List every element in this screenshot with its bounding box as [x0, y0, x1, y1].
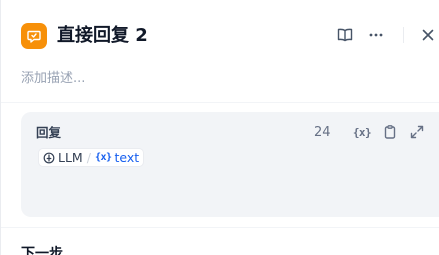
insert-variable-button[interactable]: {x} [352, 122, 372, 142]
panel-header: 直接回复 2 添加描述... [1, 0, 439, 100]
header-divider [403, 27, 404, 43]
chip-variable-name: text [114, 150, 140, 165]
reply-bubble-icon [21, 23, 47, 49]
variable-icon: {x} [94, 152, 112, 163]
close-icon[interactable] [417, 24, 439, 46]
section-divider [1, 102, 439, 103]
node-title[interactable]: 直接回复 2 [57, 24, 148, 48]
next-step-heading: 下一步 [21, 246, 63, 255]
section-divider [1, 227, 439, 228]
node-config-panel: 直接回复 2 添加描述... 回复 24 {x} LLM / {x} text … [0, 0, 439, 255]
answer-label: 回复 [36, 125, 62, 140]
char-count: 24 [314, 125, 331, 140]
variable-chip[interactable]: LLM / {x} text [38, 148, 145, 167]
more-icon[interactable] [365, 24, 387, 46]
chip-separator: / [86, 150, 91, 165]
clipboard-icon[interactable] [380, 122, 400, 142]
description-input[interactable]: 添加描述... [21, 70, 85, 88]
book-icon[interactable] [334, 24, 356, 46]
chip-source: LLM [58, 150, 83, 165]
expand-icon[interactable] [407, 122, 427, 142]
llm-node-icon [43, 152, 55, 164]
answer-field: 回复 24 {x} LLM / {x} text [21, 112, 439, 217]
